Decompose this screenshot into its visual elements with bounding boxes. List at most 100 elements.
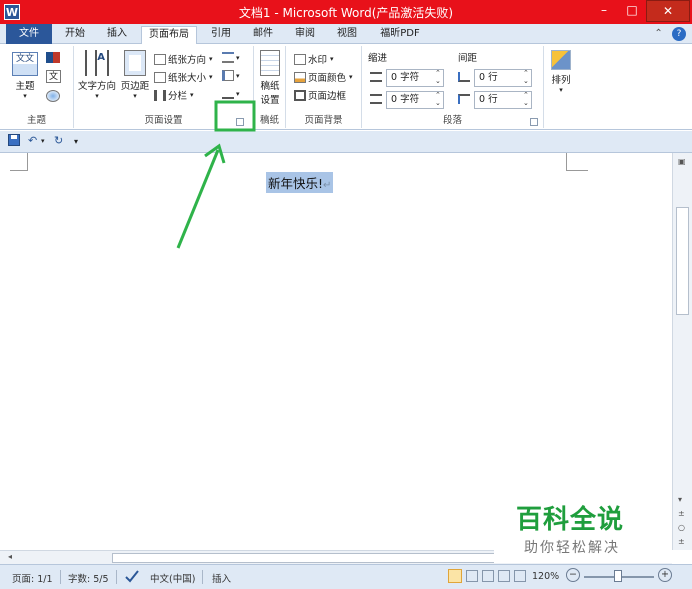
page-borders-label: 页面边框 xyxy=(308,91,347,102)
indent-right-input[interactable]: 0 字符 xyxy=(386,91,444,109)
tab-page-layout[interactable]: 页面布局 xyxy=(141,26,197,44)
maximize-button[interactable]: □ xyxy=(618,0,646,22)
paragraph-dialog-launcher-icon[interactable] xyxy=(530,118,538,126)
theme-fonts-button[interactable]: 文 xyxy=(46,70,66,83)
arrange-icon xyxy=(551,50,571,70)
proofing-icon[interactable] xyxy=(124,569,140,586)
theme-colors-icon xyxy=(46,52,60,63)
outline-view-icon[interactable] xyxy=(498,570,510,582)
page-corner-mark-left xyxy=(10,153,28,171)
orientation-label: 纸张方向 xyxy=(168,55,207,66)
watermark-icon xyxy=(294,53,306,65)
page-setup-dialog-launcher-icon[interactable] xyxy=(236,118,244,126)
manuscript-label-2: 设置 xyxy=(260,95,280,106)
text-direction-icon: A xyxy=(85,50,109,76)
zoom-out-button[interactable]: − xyxy=(566,568,580,582)
ruler-toggle-icon[interactable]: ▣ xyxy=(678,157,686,166)
tab-mailings[interactable]: 邮件 xyxy=(248,26,278,44)
window-controls: – □ ✕ xyxy=(590,0,690,22)
columns-button[interactable]: 分栏 ▾ xyxy=(154,88,194,102)
watermark-button[interactable]: 水印 ▾ xyxy=(294,52,334,66)
page-count[interactable]: 页面: 1/1 xyxy=(12,571,53,585)
zoom-in-button[interactable]: + xyxy=(658,568,672,582)
next-page-icon[interactable]: ± xyxy=(678,537,685,546)
redo-icon[interactable]: ↻ xyxy=(54,134,63,147)
hyphenation-button[interactable]: ▾ xyxy=(222,88,240,99)
status-separator xyxy=(202,570,203,584)
scroll-down-arrow-icon[interactable]: ▾ xyxy=(678,495,682,504)
document-text[interactable]: 新年快乐! xyxy=(268,176,323,191)
spacing-title: 间距 xyxy=(458,53,478,64)
indent-left-icon xyxy=(370,72,382,82)
group-label-page-setup: 页面设置 xyxy=(144,115,183,126)
theme-colors-button[interactable] xyxy=(46,52,66,67)
draft-view-icon[interactable] xyxy=(514,570,526,582)
indent-left-input[interactable]: 0 字符 xyxy=(386,69,444,87)
spacing-after-icon xyxy=(458,94,470,104)
page-color-button[interactable]: 页面颜色 ▾ xyxy=(294,70,353,84)
close-button[interactable]: ✕ xyxy=(646,0,690,22)
line-numbers-button[interactable]: ▾ xyxy=(222,70,240,81)
full-screen-reading-view-icon[interactable] xyxy=(466,570,478,582)
orientation-button[interactable]: 纸张方向 ▾ xyxy=(154,52,213,66)
minimize-button[interactable]: – xyxy=(590,0,618,22)
language-indicator[interactable]: 中文(中国) xyxy=(150,571,195,585)
size-button[interactable]: 纸张大小 ▾ xyxy=(154,70,213,84)
margins-button[interactable]: 页边距 ▾ xyxy=(118,50,152,100)
tab-insert[interactable]: 插入 xyxy=(102,26,132,44)
undo-dropdown-icon[interactable]: ▾ xyxy=(41,137,45,145)
watermark-label: 水印 xyxy=(308,55,328,66)
tab-home[interactable]: 开始 xyxy=(60,26,90,44)
status-separator xyxy=(60,570,61,584)
arrange-button[interactable]: 排列 ▾ xyxy=(546,50,576,94)
document-area[interactable]: 新年快乐!↵ xyxy=(0,153,672,550)
file-tab[interactable]: 文件 xyxy=(6,24,52,44)
tab-references[interactable]: 引用 xyxy=(206,26,236,44)
watermark-brand: 百科全说 xyxy=(516,505,625,535)
text-direction-label: 文字方向 xyxy=(77,81,116,92)
web-layout-view-icon[interactable] xyxy=(482,570,494,582)
text-direction-button[interactable]: A 文字方向 ▾ xyxy=(76,50,118,100)
breaks-button[interactable]: ▾ xyxy=(222,52,240,63)
themes-button[interactable]: 文文 主题 ▾ xyxy=(8,52,42,100)
status-bar: 页面: 1/1 字数: 5/5 中文(中国) 插入 120% − + xyxy=(0,564,692,589)
group-page-setup: A 文字方向 ▾ 页边距 ▾ 纸张方向 ▾ 纸张大小 ▾ 分栏 ▾ ▾ ▾ ▾ … xyxy=(74,46,254,128)
document-selected-text[interactable]: 新年快乐!↵ xyxy=(266,172,334,193)
scroll-left-arrow-icon[interactable]: ◂ xyxy=(8,552,12,561)
print-layout-view-icon[interactable] xyxy=(448,569,462,583)
themes-icon: 文文 xyxy=(12,52,38,76)
tab-view[interactable]: 视图 xyxy=(332,26,362,44)
paragraph-mark: ↵ xyxy=(323,180,332,191)
spacing-after-input[interactable]: 0 行 xyxy=(474,91,532,109)
save-icon[interactable] xyxy=(8,134,20,149)
tab-foxit-pdf[interactable]: 福昕PDF xyxy=(376,26,424,44)
vertical-scroll-thumb[interactable] xyxy=(676,207,689,315)
collapse-ribbon-icon[interactable]: ⌃ xyxy=(654,28,662,39)
columns-label: 分栏 xyxy=(168,91,188,102)
spacing-before-input[interactable]: 0 行 xyxy=(474,69,532,87)
zoom-level[interactable]: 120% xyxy=(532,571,559,582)
page-borders-button[interactable]: 页面边框 xyxy=(294,88,346,102)
group-arrange: 排列 ▾ xyxy=(544,46,578,128)
theme-fonts-icon: 文 xyxy=(46,70,61,83)
ribbon: 文文 主题 ▾ 文 主题 A 文字方向 ▾ 页边距 ▾ 纸张方向 ▾ 纸张大小 … xyxy=(0,44,692,130)
theme-effects-button[interactable] xyxy=(46,90,66,102)
browse-object-icon[interactable]: ○ xyxy=(678,523,685,532)
word-count[interactable]: 字数: 5/5 xyxy=(68,571,109,585)
group-page-background: 水印 ▾ 页面颜色 ▾ 页面边框 页面背景 xyxy=(286,46,362,128)
help-icon[interactable]: ? xyxy=(672,27,686,41)
group-label-themes: 主题 xyxy=(26,115,46,126)
manuscript-settings-button[interactable]: 稿纸 设置 xyxy=(256,50,284,106)
previous-page-icon[interactable]: ± xyxy=(678,509,685,518)
insert-mode-indicator[interactable]: 插入 xyxy=(212,571,231,585)
tab-review[interactable]: 审阅 xyxy=(290,26,320,44)
undo-icon[interactable]: ↶ xyxy=(28,134,37,147)
margins-icon xyxy=(124,50,146,76)
margins-label: 页边距 xyxy=(120,81,150,92)
customize-qat-icon[interactable]: ▾ xyxy=(74,137,78,146)
page-color-icon xyxy=(294,71,306,83)
page-corner-mark-right xyxy=(566,153,588,171)
manuscript-icon xyxy=(260,50,280,76)
vertical-scrollbar[interactable]: ▣ ▾ ± ○ ± xyxy=(672,153,692,550)
zoom-slider-thumb[interactable] xyxy=(614,570,622,582)
